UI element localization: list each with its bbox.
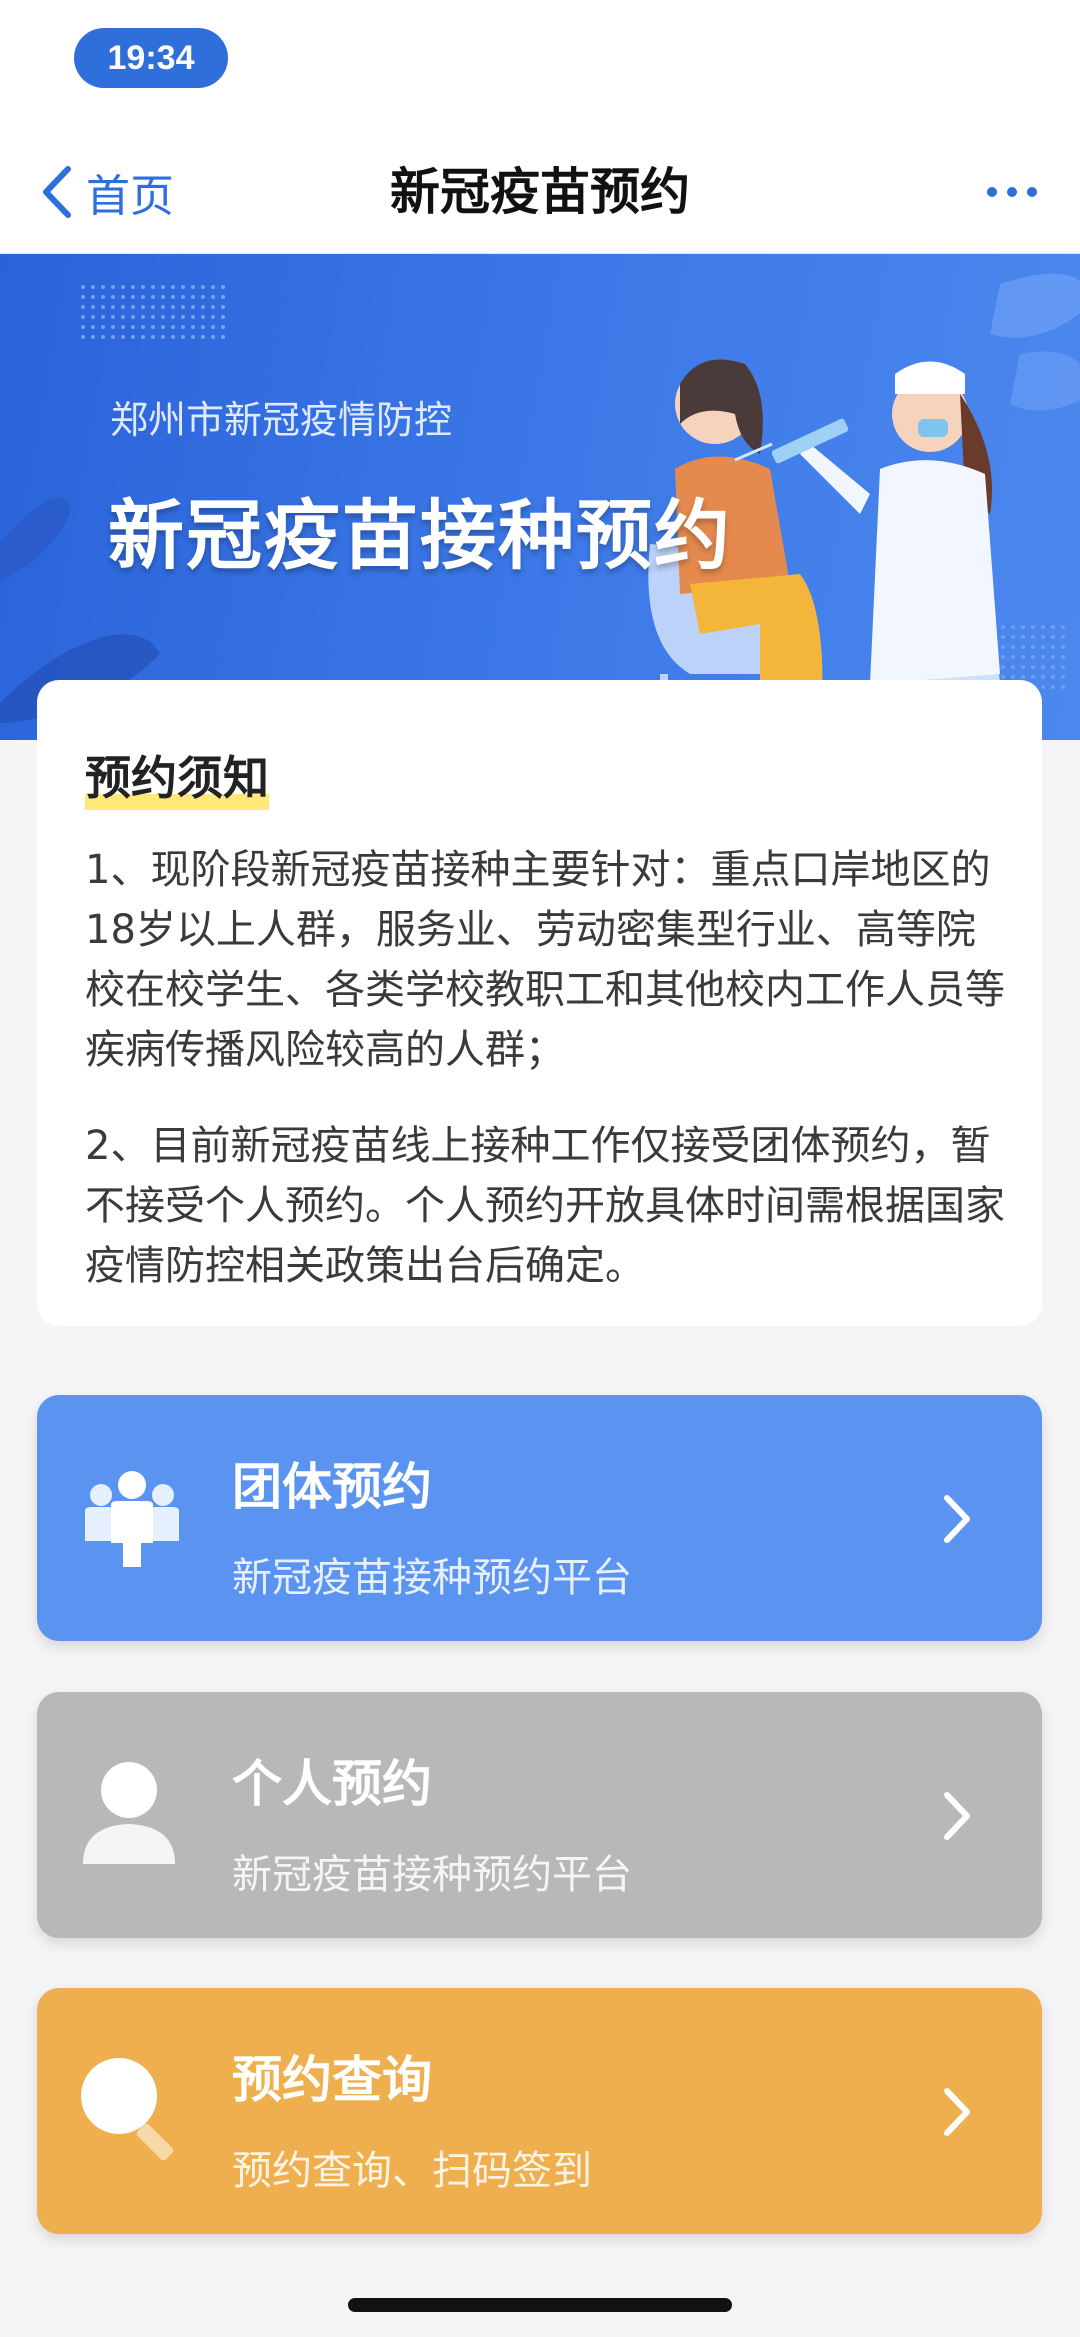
group-appointment-title: 团体预约 bbox=[232, 1458, 432, 1516]
search-icon bbox=[81, 2058, 174, 2161]
more-icon[interactable] bbox=[986, 176, 1038, 208]
notice-heading-text: 预约须知 bbox=[85, 751, 269, 805]
nav-bar: 首页 新冠疫苗预约 bbox=[0, 130, 1080, 254]
chevron-right-icon bbox=[944, 1792, 970, 1840]
chevron-right-icon bbox=[944, 1495, 970, 1543]
appointment-query-title: 预约查询 bbox=[232, 2051, 432, 2109]
page-title: 新冠疫苗预约 bbox=[390, 163, 690, 221]
personal-appointment-subtitle: 新冠疫苗接种预约平台 bbox=[232, 1852, 632, 1898]
home-indicator bbox=[348, 2298, 732, 2312]
banner: 郑州市新冠疫情防控 新冠疫苗接种预约 bbox=[0, 254, 1080, 740]
appointment-query-subtitle: 预约查询、扫码签到 bbox=[232, 2148, 592, 2194]
group-appointment-subtitle: 新冠疫苗接种预约平台 bbox=[232, 1555, 632, 1601]
banner-subtitle: 郑州市新冠疫情防控 bbox=[110, 398, 453, 442]
status-bar: 19:34 bbox=[0, 0, 1080, 130]
appointment-query-button[interactable]: 预约查询 预约查询、扫码签到 bbox=[37, 1988, 1042, 2234]
chevron-right-icon bbox=[944, 2088, 970, 2136]
notice-heading: 预约须知 bbox=[85, 742, 269, 810]
banner-title: 新冠疫苗接种预约 bbox=[108, 491, 732, 580]
notice-card: 预约须知 1、现阶段新冠疫苗接种主要针对：重点口岸地区的18岁以上人群，服务业、… bbox=[37, 680, 1042, 1326]
group-appointment-button[interactable]: 团体预约 新冠疫苗接种预约平台 bbox=[37, 1395, 1042, 1641]
notice-paragraph-1: 1、现阶段新冠疫苗接种主要针对：重点口岸地区的18岁以上人群，服务业、劳动密集型… bbox=[85, 847, 1005, 1073]
personal-appointment-title: 个人预约 bbox=[232, 1755, 432, 1813]
status-time: 19:34 bbox=[74, 28, 228, 88]
group-icon bbox=[85, 1471, 179, 1567]
notice-paragraph-2: 2、目前新冠疫苗线上接种工作仅接受团体预约，暂不接受个人预约。个人预约开放具体时… bbox=[85, 1123, 1005, 1289]
personal-appointment-button[interactable]: 个人预约 新冠疫苗接种预约平台 bbox=[37, 1692, 1042, 1938]
person-icon bbox=[83, 1762, 175, 1864]
